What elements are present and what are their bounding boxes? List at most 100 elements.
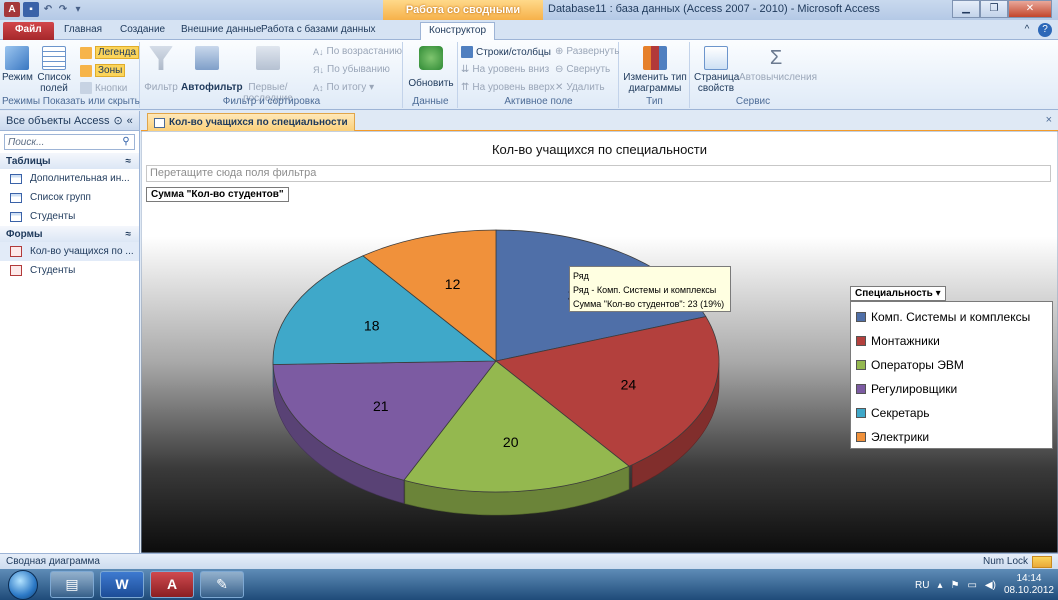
help-icon[interactable]: ? bbox=[1038, 23, 1052, 37]
legend-label: Комп. Системы и комплексы bbox=[871, 310, 1031, 324]
start-button[interactable] bbox=[8, 570, 38, 600]
legend-swatch bbox=[856, 384, 866, 394]
nav-collapse-icon[interactable]: « bbox=[127, 115, 133, 127]
customize-toolbar-icon[interactable]: ▾ bbox=[72, 2, 84, 17]
group-label-data: Данные bbox=[412, 96, 449, 107]
language-indicator[interactable]: RU bbox=[915, 580, 929, 591]
zones-toggle[interactable]: Зоны bbox=[80, 64, 126, 77]
document-tab[interactable]: Кол-во учащихся по специальности bbox=[147, 113, 355, 131]
autocalc-button[interactable]: Σ Автовычисления bbox=[739, 46, 817, 83]
document-tabs: Кол-во учащихся по специальности × bbox=[141, 111, 1058, 131]
access-app-icon[interactable]: A bbox=[4, 2, 20, 17]
mode-button[interactable]: Режим bbox=[2, 46, 33, 83]
filter-button[interactable]: Фильтр bbox=[143, 46, 179, 93]
clock[interactable]: 14:14 08.10.2012 bbox=[1004, 573, 1054, 597]
volume-icon[interactable]: ◀) bbox=[985, 580, 996, 591]
sort-descending-button[interactable]: Я↓ По убыванию bbox=[313, 64, 390, 75]
paint-taskbar-icon[interactable]: ✎ bbox=[200, 571, 244, 598]
delete-field-button[interactable]: ✕ Удалить bbox=[555, 82, 605, 93]
nav-menu-chevron-icon[interactable]: ⊙ bbox=[113, 114, 122, 127]
property-sheet-button[interactable]: Страница свойств bbox=[694, 46, 739, 94]
nav-search-input[interactable]: Поиск... ⚲ bbox=[4, 134, 135, 150]
close-document-icon[interactable]: × bbox=[1046, 114, 1052, 126]
table-icon bbox=[10, 173, 22, 184]
nav-item-table[interactable]: Студенты bbox=[0, 207, 139, 226]
pie-data-label: 18 bbox=[364, 318, 380, 334]
sort-by-total-icon: A↕ bbox=[313, 82, 324, 93]
field-list-button[interactable]: Список полей bbox=[34, 46, 74, 94]
switch-rows-columns-button[interactable]: Строки/столбцы bbox=[461, 46, 551, 58]
tab-create[interactable]: Создание bbox=[112, 22, 173, 40]
view-mode-icon bbox=[5, 46, 29, 70]
pivot-chart-view-icon[interactable] bbox=[1032, 556, 1052, 568]
tab-home[interactable]: Главная bbox=[56, 22, 110, 40]
data-field-button[interactable]: Сумма "Кол-во студентов" bbox=[146, 187, 289, 202]
legend-swatch bbox=[856, 432, 866, 442]
expand-icon: ⊕ bbox=[555, 46, 564, 57]
chart-legend: Комп. Системы и комплексы Монтажники Опера… bbox=[850, 301, 1053, 449]
save-icon[interactable]: ▪ bbox=[23, 2, 39, 17]
nav-pane-header[interactable]: Все объекты Access ⊙ « bbox=[0, 111, 139, 131]
close-button[interactable]: ✕ bbox=[1008, 0, 1052, 18]
collapse-field-button[interactable]: ⊖ Свернуть bbox=[555, 64, 610, 75]
form-icon bbox=[10, 246, 22, 257]
sort-by-total-button[interactable]: A↕ По итогу ▾ bbox=[313, 82, 374, 93]
nav-category-forms[interactable]: Формы ≈ bbox=[0, 226, 139, 242]
explorer-taskbar-icon[interactable]: ▤ bbox=[50, 571, 94, 598]
sort-ascending-button[interactable]: A↓ По возрастанию bbox=[313, 46, 402, 57]
legend-item[interactable]: Комп. Системы и комплексы bbox=[851, 305, 1052, 329]
group-data: Обновить Данные bbox=[404, 42, 458, 108]
drill-down-icon: ⇊ bbox=[461, 64, 470, 75]
legend-item[interactable]: Электрики bbox=[851, 425, 1052, 449]
filter-funnel-icon bbox=[149, 46, 173, 70]
nav-item-form[interactable]: Кол-во учащихся по ... bbox=[0, 242, 139, 261]
action-center-icon[interactable]: ⚑ bbox=[950, 580, 959, 591]
buttons-icon bbox=[80, 82, 92, 94]
network-icon[interactable]: ▭ bbox=[967, 580, 976, 591]
nav-item-form[interactable]: Студенты bbox=[0, 261, 139, 280]
pivot-chart-view: 232420211812 Кол-во учащихся по специаль… bbox=[141, 131, 1058, 553]
pie-data-label: 20 bbox=[503, 434, 519, 450]
legend-item[interactable]: Операторы ЭВМ bbox=[851, 353, 1052, 377]
undo-icon[interactable]: ↶ bbox=[42, 2, 54, 17]
nav-item-table[interactable]: Дополнительная ин... bbox=[0, 169, 139, 188]
redo-icon[interactable]: ↷ bbox=[57, 2, 69, 17]
buttons-toggle[interactable]: Кнопки bbox=[80, 82, 127, 94]
window-title: Database11 : база данных (Access 2007 - … bbox=[548, 3, 880, 15]
expand-field-button[interactable]: ⊕ Развернуть bbox=[555, 46, 619, 57]
delete-icon: ✕ bbox=[555, 82, 564, 93]
legend-item[interactable]: Монтажники bbox=[851, 329, 1052, 353]
legend-category-field[interactable]: Специальность ▾ bbox=[850, 286, 946, 301]
word-taskbar-icon[interactable]: W bbox=[100, 571, 144, 598]
nav-category-tables[interactable]: Таблицы ≈ bbox=[0, 153, 139, 169]
tab-file[interactable]: Файл bbox=[3, 22, 54, 40]
legend-item[interactable]: Регулировщики bbox=[851, 377, 1052, 401]
collapse-icon: ⊖ bbox=[555, 64, 564, 75]
show-hidden-icons-icon[interactable]: ▴ bbox=[937, 580, 942, 591]
legend-item[interactable]: Секретарь bbox=[851, 401, 1052, 425]
tab-database-tools[interactable]: Работа с базами данных bbox=[253, 22, 384, 40]
group-active-field: Строки/столбцы ⊕ Развернуть ⇊ На уровень… bbox=[459, 42, 619, 108]
rows-columns-icon bbox=[461, 46, 473, 58]
drill-up-button[interactable]: ⇈ На уровень вверх bbox=[461, 82, 555, 93]
refresh-button[interactable]: Обновить bbox=[407, 46, 455, 89]
access-taskbar-icon[interactable]: A bbox=[150, 571, 194, 598]
drill-down-button[interactable]: ⇊ На уровень вниз bbox=[461, 64, 549, 75]
minimize-button[interactable]: ▁ bbox=[952, 0, 980, 18]
legend-swatch bbox=[856, 408, 866, 418]
chart-type-icon bbox=[643, 46, 667, 70]
change-chart-type-button[interactable]: Изменить тип диаграммы bbox=[622, 46, 688, 94]
quick-access-toolbar: A ▪ ↶ ↷ ▾ bbox=[4, 2, 84, 17]
tab-design[interactable]: Конструктор bbox=[420, 22, 496, 40]
legend-toggle[interactable]: Легенда bbox=[80, 46, 140, 59]
filter-drop-zone[interactable]: Перетащите сюда поля фильтра bbox=[146, 165, 1051, 182]
nav-item-table[interactable]: Список групп bbox=[0, 188, 139, 207]
group-filter-sort: Фильтр Автофильтр Первые/последние A↓ По… bbox=[141, 42, 403, 108]
maximize-button[interactable]: ❐ bbox=[980, 0, 1008, 18]
group-label-active-field: Активное поле bbox=[504, 96, 573, 107]
pivot-chart-icon bbox=[154, 117, 165, 128]
search-icon[interactable]: ⚲ bbox=[120, 136, 132, 148]
legend-swatch bbox=[856, 312, 866, 322]
minimize-ribbon-icon[interactable]: ^ bbox=[1020, 23, 1034, 37]
autofilter-button[interactable]: Автофильтр bbox=[181, 46, 243, 93]
